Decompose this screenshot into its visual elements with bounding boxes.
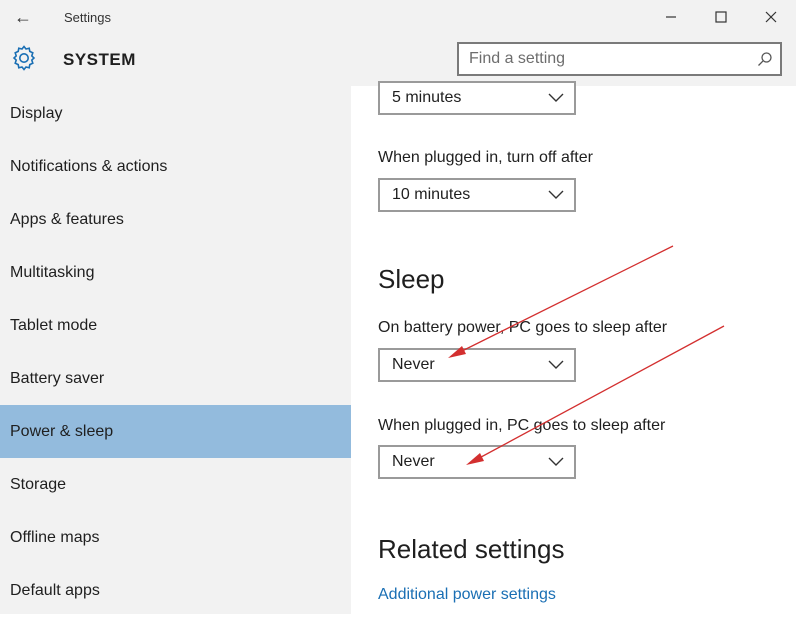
close-button[interactable] xyxy=(746,0,796,34)
sidebar-item-apps-features[interactable]: Apps & features xyxy=(0,193,351,246)
sidebar-item-storage[interactable]: Storage xyxy=(0,458,351,511)
chevron-down-icon xyxy=(548,190,564,199)
title-bar: ← Settings xyxy=(0,0,796,34)
sidebar-item-multitasking[interactable]: Multitasking xyxy=(0,246,351,299)
search-box[interactable] xyxy=(457,42,782,76)
sleep-plugged-dropdown[interactable]: Never xyxy=(378,445,576,479)
related-settings-heading: Related settings xyxy=(378,534,565,564)
search-input[interactable] xyxy=(459,45,750,73)
sidebar-item-tablet-mode[interactable]: Tablet mode xyxy=(0,299,351,352)
sidebar-item-label: Notifications & actions xyxy=(10,157,168,175)
sidebar-item-label: Battery saver xyxy=(10,369,105,387)
settings-header: SYSTEM xyxy=(0,34,796,86)
sidebar-item-label: Default apps xyxy=(10,581,100,599)
sleep-battery-label: On battery power, PC goes to sleep after xyxy=(378,319,668,336)
sidebar-item-offline-maps[interactable]: Offline maps xyxy=(0,511,351,564)
sidebar-item-display[interactable]: Display xyxy=(0,87,351,140)
sidebar-item-label: Multitasking xyxy=(10,263,95,281)
sidebar-item-label: Tablet mode xyxy=(10,316,98,334)
sidebar: Display Notifications & actions Apps & f… xyxy=(0,86,351,614)
minimize-icon xyxy=(666,16,676,18)
sidebar-item-notifications[interactable]: Notifications & actions xyxy=(0,140,351,193)
maximize-icon xyxy=(715,11,727,23)
sidebar-item-label: Power & sleep xyxy=(10,422,114,440)
minimize-button[interactable] xyxy=(646,0,696,34)
sidebar-item-battery-saver[interactable]: Battery saver xyxy=(0,352,351,405)
screen-plugged-dropdown[interactable]: 10 minutes xyxy=(378,178,576,212)
dropdown-value: Never xyxy=(392,356,435,373)
chevron-down-icon xyxy=(548,360,564,369)
window-controls xyxy=(646,0,796,34)
close-icon xyxy=(765,11,777,23)
section-title: SYSTEM xyxy=(63,50,136,69)
screen-battery-dropdown[interactable]: 5 minutes xyxy=(378,81,576,115)
sidebar-item-label: Storage xyxy=(10,475,67,493)
chevron-down-icon xyxy=(548,93,564,102)
dropdown-value: Never xyxy=(392,453,435,470)
sidebar-item-label: Display xyxy=(10,104,63,122)
sidebar-item-power-sleep[interactable]: Power & sleep xyxy=(0,405,351,458)
sleep-plugged-label: When plugged in, PC goes to sleep after xyxy=(378,417,666,434)
back-button[interactable]: ← xyxy=(0,0,46,34)
sleep-heading: Sleep xyxy=(378,264,445,294)
sidebar-item-label: Offline maps xyxy=(10,528,100,546)
arrow-left-icon: ← xyxy=(14,6,32,27)
screen-plugged-label: When plugged in, turn off after xyxy=(378,149,593,166)
dropdown-value: 10 minutes xyxy=(392,186,471,203)
sleep-battery-dropdown[interactable]: Never xyxy=(378,348,576,382)
sidebar-item-label: Apps & features xyxy=(10,210,124,228)
window-title: Settings xyxy=(64,9,111,25)
sidebar-item-default-apps[interactable]: Default apps xyxy=(0,564,351,617)
chevron-down-icon xyxy=(548,457,564,466)
search-icon[interactable] xyxy=(750,44,780,74)
gear-icon xyxy=(12,45,36,71)
dropdown-value: 5 minutes xyxy=(392,89,462,106)
maximize-button[interactable] xyxy=(696,0,746,34)
content-pane: 5 minutes When plugged in, turn off afte… xyxy=(351,81,796,614)
additional-power-settings-link[interactable]: Additional power settings xyxy=(378,586,556,604)
